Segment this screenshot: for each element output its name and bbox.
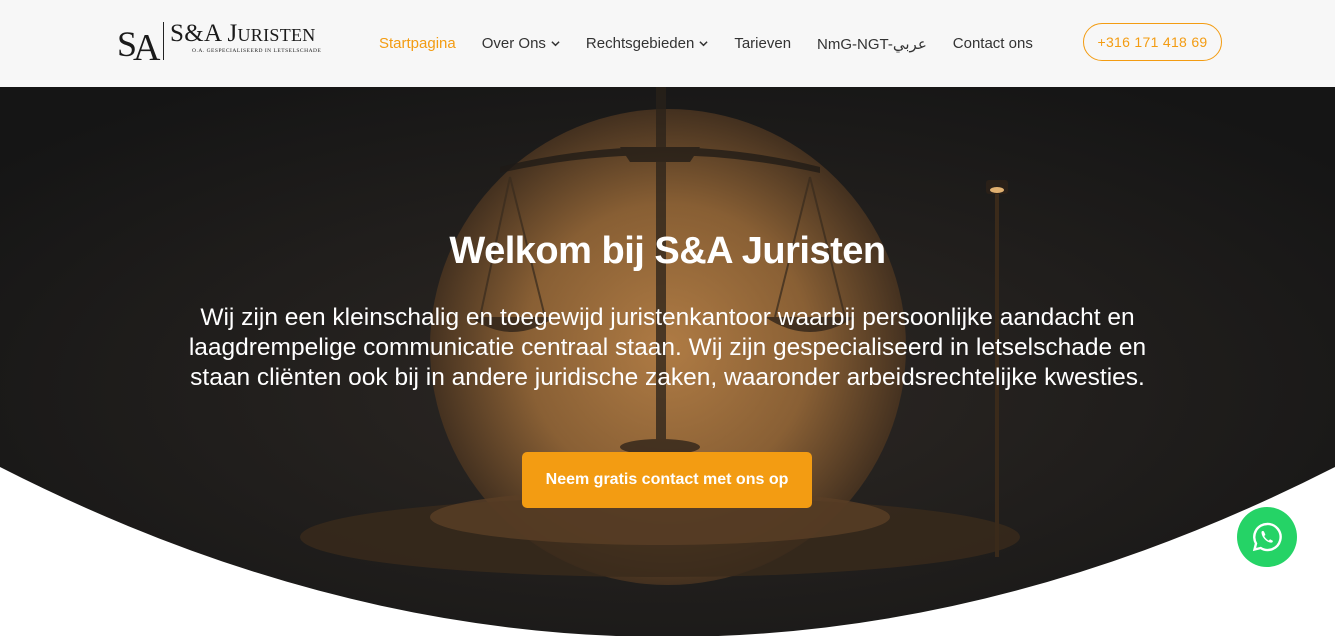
phone-button[interactable]: +316 171 418 69 <box>1083 23 1222 61</box>
nav-rechtsgebieden[interactable]: Rechtsgebieden <box>586 35 708 52</box>
site-header: S A S&A Juristen O.A. GESPECIALISEERD IN… <box>0 0 1335 87</box>
logo[interactable]: S A S&A Juristen O.A. GESPECIALISEERD IN… <box>117 20 321 62</box>
chevron-down-icon <box>551 41 560 47</box>
hero-section: Welkom bij S&A Juristen Wij zijn een kle… <box>0 87 1335 636</box>
nav-tarieven[interactable]: Tarieven <box>734 35 791 52</box>
nav-label: Over Ons <box>481 35 546 52</box>
svg-text:A: A <box>133 27 161 62</box>
nav-startpagina[interactable]: Startpagina <box>379 35 456 52</box>
nav-over-ons[interactable]: Over Ons <box>482 35 560 52</box>
nav-label: NmG-NGT-عربي <box>817 35 927 53</box>
contact-cta-button[interactable]: Neem gratis contact met ons op <box>522 452 812 508</box>
hero-title: Welkom bij S&A Juristen <box>449 230 886 272</box>
nav-nmg-ngt[interactable]: NmG-NGT-عربي <box>817 35 927 53</box>
hero-description: Wij zijn een kleinschalig en toegewijd j… <box>188 304 1147 391</box>
logo-mark-icon: S A <box>117 20 161 62</box>
logo-name: S&A Juristen <box>170 20 316 47</box>
logo-tagline: O.A. GESPECIALISEERD IN LETSELSCHADE <box>192 48 322 54</box>
nav-label: Tarieven <box>734 35 792 52</box>
whatsapp-button[interactable] <box>1237 507 1297 567</box>
nav-label: Rechtsgebieden <box>585 35 695 52</box>
logo-divider <box>163 22 164 60</box>
nav-contact-ons[interactable]: Contact ons <box>953 35 1033 52</box>
nav-label: Contact ons <box>952 35 1033 52</box>
nav-label: Startpagina <box>379 35 456 52</box>
whatsapp-icon <box>1252 522 1282 552</box>
chevron-down-icon <box>699 41 708 47</box>
main-nav: Startpagina Over Ons Rechtsgebieden Tari… <box>379 0 1059 87</box>
